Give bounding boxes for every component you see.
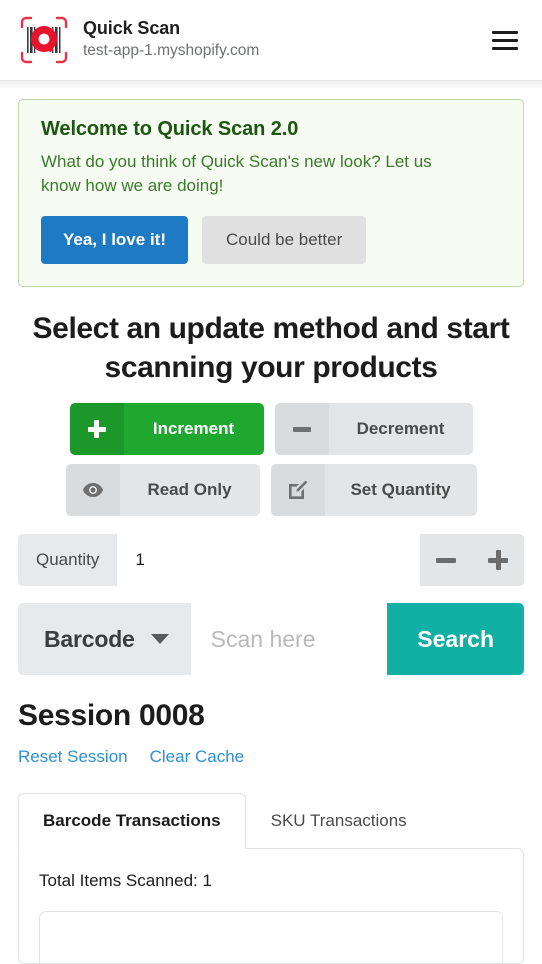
hamburger-menu-icon[interactable]: [492, 25, 522, 55]
page-body: Welcome to Quick Scan 2.0 What do you th…: [0, 99, 542, 964]
chevron-down-icon: [150, 634, 169, 645]
method-read-only-label: Read Only: [147, 480, 232, 500]
love-it-button[interactable]: Yea, I love it!: [41, 216, 188, 265]
scan-search-row: Barcode Search: [18, 603, 524, 676]
quantity-row: Quantity: [18, 534, 524, 587]
method-set-quantity-button[interactable]: Set Quantity: [270, 464, 477, 517]
method-set-quantity-label: Set Quantity: [350, 480, 451, 500]
search-button[interactable]: Search: [387, 603, 524, 676]
app-title: Quick Scan: [83, 17, 181, 38]
quantity-stepper: [420, 534, 524, 587]
transactions-section: Barcode Transactions SKU Transactions To…: [18, 793, 524, 964]
update-method-row: Increment Decrement: [69, 403, 473, 456]
session-actions: Reset Session Clear Cache: [18, 747, 524, 767]
transaction-card[interactable]: [39, 911, 503, 964]
plus-icon: [488, 550, 508, 571]
quantity-input[interactable]: [117, 534, 420, 587]
scan-mode-label: Barcode: [44, 625, 135, 652]
plus-icon: [69, 403, 124, 456]
banner-body: What do you think of Quick Scan's new lo…: [41, 152, 432, 196]
transactions-panel: Total Items Scanned: 1: [18, 848, 524, 964]
transactions-tablist: Barcode Transactions SKU Transactions: [18, 793, 524, 850]
brand: Quick Scan test-app-1.myshopify.com: [18, 14, 492, 66]
method-read-only-button[interactable]: Read Only: [65, 464, 260, 517]
clear-cache-link[interactable]: Clear Cache: [150, 747, 245, 767]
shop-domain: test-app-1.myshopify.com: [83, 42, 260, 60]
eye-icon: [65, 464, 120, 517]
method-decrement-button[interactable]: Decrement: [274, 403, 473, 456]
method-increment-label: Increment: [152, 419, 235, 439]
scan-mode-dropdown[interactable]: Barcode: [18, 603, 191, 676]
tab-sku-transactions[interactable]: SKU Transactions: [246, 793, 432, 849]
total-items-scanned: Total Items Scanned: 1: [39, 871, 212, 891]
could-be-better-button[interactable]: Could be better: [202, 216, 367, 265]
hamburger-bar: [492, 46, 518, 50]
quantity-increase-button[interactable]: [472, 534, 524, 586]
quantity-label: Quantity: [18, 534, 118, 587]
method-decrement-label: Decrement: [356, 419, 445, 439]
welcome-banner: Welcome to Quick Scan 2.0 What do you th…: [18, 99, 524, 288]
update-method-group: Increment Decrement Read Only Set Quanti…: [18, 403, 524, 517]
scan-input[interactable]: [190, 603, 388, 676]
hamburger-bar: [492, 30, 518, 34]
session-title: Session 0008: [18, 699, 205, 733]
banner-title: Welcome to Quick Scan 2.0: [41, 118, 299, 140]
method-increment-button[interactable]: Increment: [69, 403, 264, 456]
hamburger-bar: [492, 38, 518, 42]
quantity-decrease-button[interactable]: [420, 534, 472, 586]
update-method-row: Read Only Set Quantity: [65, 464, 477, 517]
reset-session-link[interactable]: Reset Session: [18, 747, 128, 767]
minus-icon: [274, 403, 329, 456]
app-header: Quick Scan test-app-1.myshopify.com: [0, 0, 542, 81]
tab-barcode-transactions[interactable]: Barcode Transactions: [18, 793, 246, 850]
pencil-edit-icon: [270, 464, 325, 517]
banner-actions: Yea, I love it! Could be better: [41, 216, 501, 265]
page-title: Select an update method and start scanni…: [32, 312, 510, 385]
minus-icon: [436, 550, 456, 570]
quickscan-barcode-q-logo: [18, 14, 70, 66]
brand-text: Quick Scan test-app-1.myshopify.com: [83, 18, 259, 63]
header-shadow: [0, 81, 542, 90]
